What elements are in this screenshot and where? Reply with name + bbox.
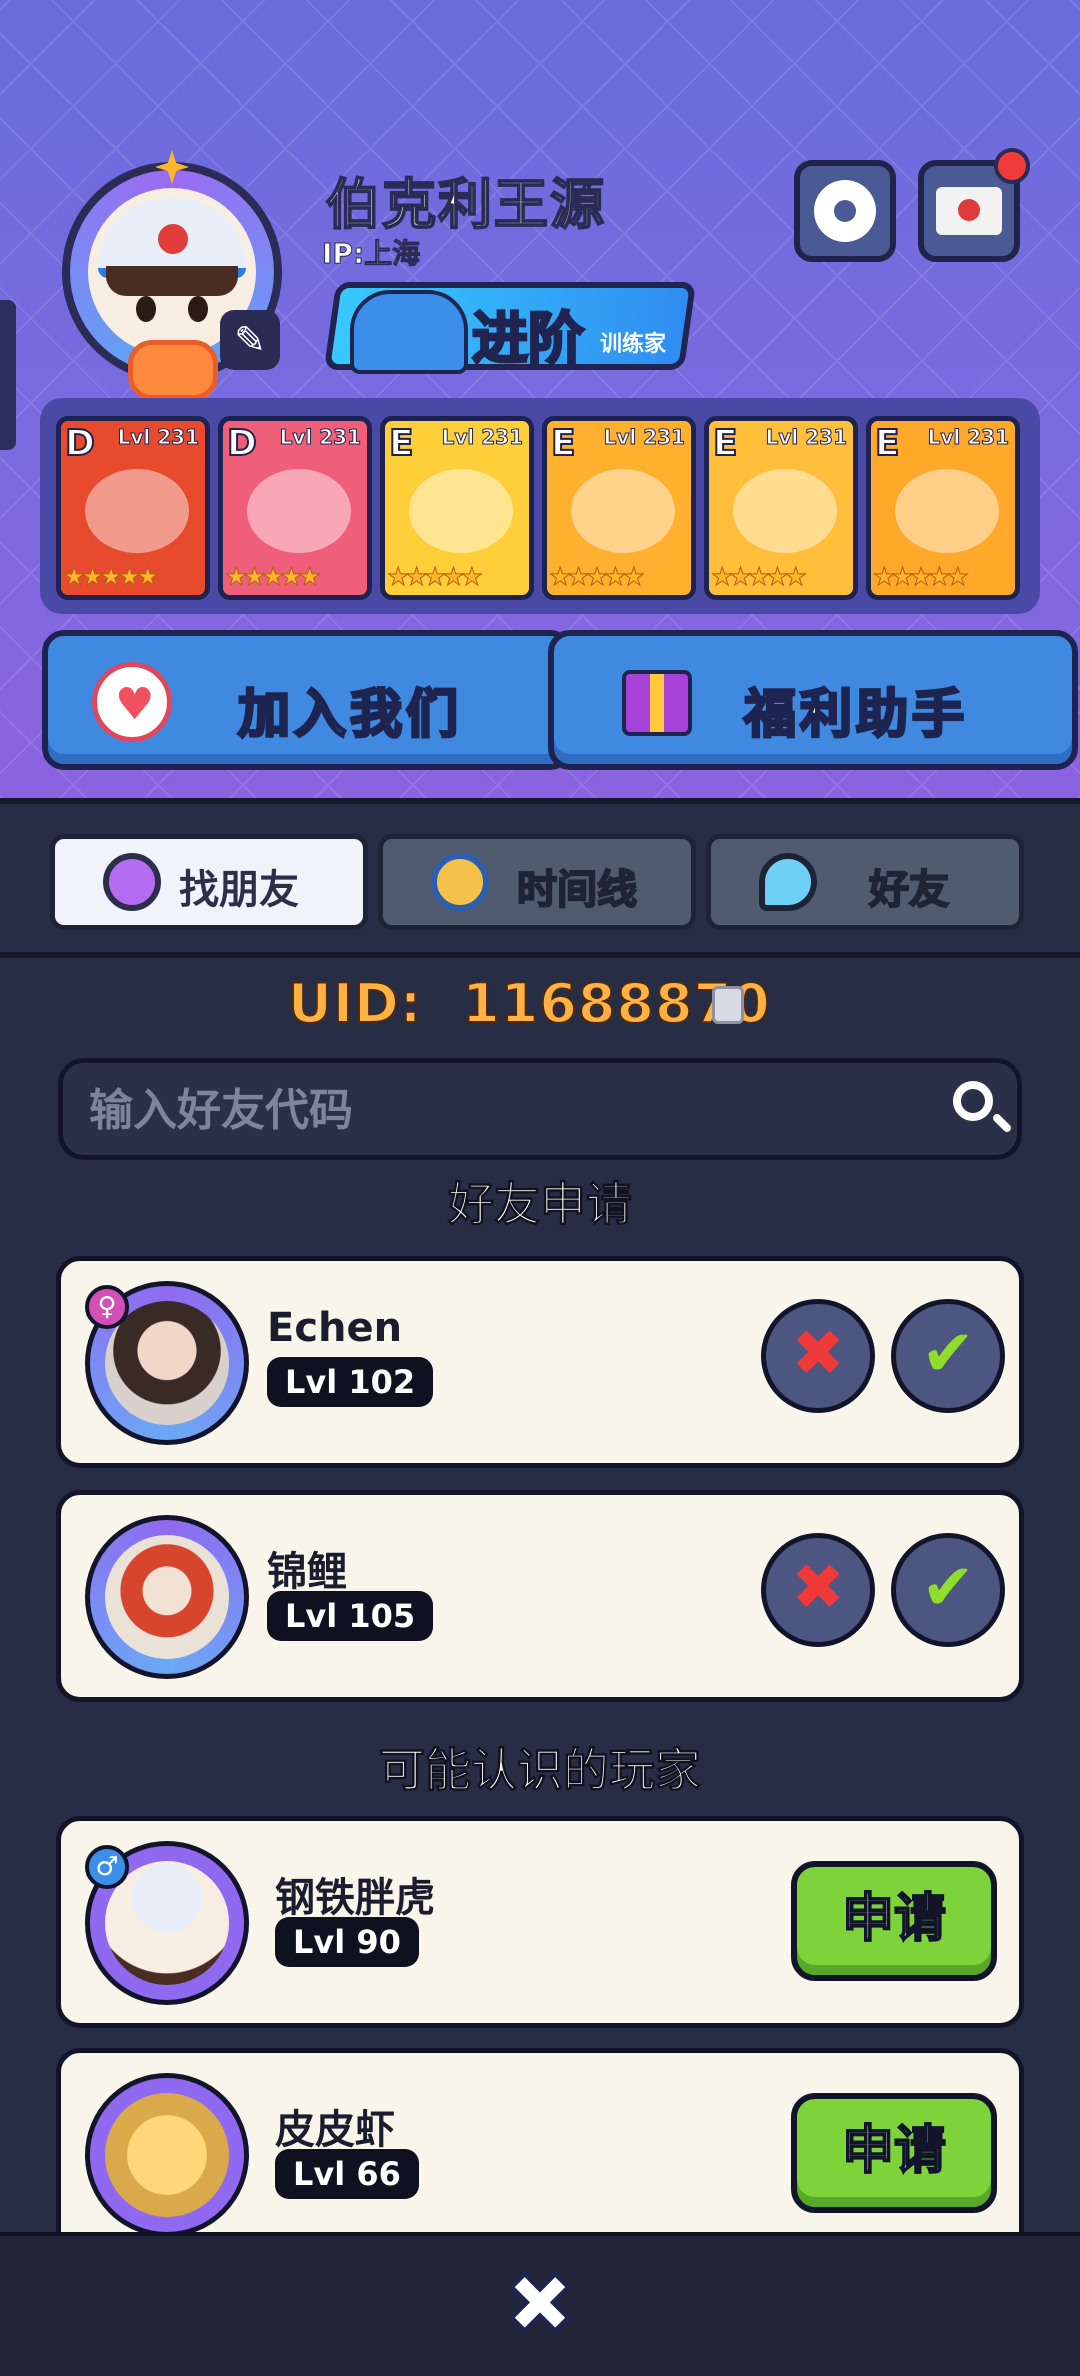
accept-button[interactable]: ✔ [891, 1533, 1005, 1647]
pet-grade: E [874, 422, 901, 465]
search-input[interactable] [87, 1063, 911, 1157]
pet-portrait [85, 469, 189, 553]
player-level: Lvl 105 [267, 1591, 434, 1641]
pet-grade: E [550, 422, 577, 465]
apply-button[interactable]: 申请 [791, 1861, 997, 1981]
pet-card[interactable]: E Lvl 231 ★★★★★ [380, 416, 534, 600]
pet-portrait [733, 469, 837, 553]
reject-button[interactable]: ✖ [761, 1299, 875, 1413]
pet-level: Lvl 231 [765, 425, 847, 450]
heart-icon: ♥ [92, 662, 172, 742]
pet-card[interactable]: E Lvl 231 ★★★★★ [704, 416, 858, 600]
close-icon: ✖ [791, 1317, 845, 1391]
pet-portrait [895, 469, 999, 553]
check-icon: ✔ [921, 1317, 975, 1391]
star-rating: ★★★★★ [549, 562, 646, 591]
player-name: 皮皮虾 [275, 2107, 395, 2153]
settings-button[interactable] [794, 160, 896, 262]
check-icon: ✔ [921, 1551, 975, 1625]
tab-friends[interactable]: 好友 [706, 834, 1024, 930]
promote-label: 进阶 [471, 306, 586, 374]
pet-grade: D [226, 422, 258, 465]
pet-portrait [571, 469, 675, 553]
suggested-players-title: 可能认识的玩家 [379, 1743, 702, 1798]
player-name: Echen [267, 1305, 403, 1351]
friends-icon [759, 853, 817, 911]
edit-icon[interactable]: ✎ [220, 310, 280, 370]
mascot-icon [350, 290, 468, 374]
promote-sublabel: 训练家 [600, 332, 667, 357]
star-rating: ★★★★★ [873, 562, 970, 591]
friend-request-row: ♀ Echen Lvl 102 ✖ ✔ [56, 1256, 1024, 1468]
pet-card[interactable]: E Lvl 231 ★★★★★ [866, 416, 1020, 600]
gift-icon [622, 670, 692, 736]
suggested-player-row: ♂ 钢铁胖虎 Lvl 90 申请 [56, 1816, 1024, 2028]
pet-card[interactable]: D Lvl 231 ★★★★★ [218, 416, 372, 600]
tab-label: 好友 [868, 866, 950, 914]
reject-button[interactable]: ✖ [761, 1533, 875, 1647]
side-drawer-handle[interactable] [0, 300, 16, 450]
avatar-badge [128, 340, 218, 400]
player-name: 钢铁胖虎 [275, 1875, 435, 1921]
welfare-helper-button[interactable]: 福利助手 [548, 630, 1078, 770]
pet-card[interactable]: E Lvl 231 ★★★★★ [542, 416, 696, 600]
pet-grade: D [64, 422, 96, 465]
player-name: 伯克利王源 [325, 172, 606, 237]
pet-level: Lvl 231 [279, 425, 361, 450]
tab-find-friends[interactable]: 找朋友 [50, 834, 368, 930]
join-us-button[interactable]: ♥ 加入我们 [42, 630, 572, 770]
clock-icon [431, 853, 489, 911]
male-icon: ♂ [85, 1845, 129, 1889]
star-rating: ★★★★★ [711, 562, 808, 591]
mail-icon [936, 187, 1002, 235]
avatar-eye [136, 296, 156, 322]
star-rating: ★★★★★ [225, 562, 322, 591]
player-level: Lvl 90 [275, 1917, 419, 1967]
star-rating: ★★★★★ [63, 562, 160, 591]
search-icon [103, 853, 161, 911]
copy-icon[interactable] [712, 986, 744, 1024]
star-rating: ★★★★★ [387, 562, 484, 591]
player-level: Lvl 66 [275, 2149, 419, 2199]
pet-portrait [247, 469, 351, 553]
notification-dot [994, 148, 1030, 184]
friend-requests-title: 好友申请 [448, 1177, 633, 1232]
apply-button[interactable]: 申请 [791, 2093, 997, 2213]
ip-location: IP:上海 [321, 237, 421, 271]
pet-portrait [409, 469, 513, 553]
close-icon[interactable]: ✖ [498, 2260, 582, 2348]
close-icon: ✖ [791, 1551, 845, 1625]
tab-label: 时间线 [516, 866, 638, 914]
welfare-label: 福利助手 [742, 684, 969, 747]
pet-level: Lvl 231 [117, 425, 199, 450]
avatar[interactable] [105, 1535, 229, 1659]
gear-icon [814, 180, 876, 242]
avatar-hair [106, 266, 238, 296]
pet-level: Lvl 231 [603, 425, 685, 450]
pet-level: Lvl 231 [927, 425, 1009, 450]
uid-display: UID: 11688870 [287, 971, 771, 1036]
join-us-label: 加入我们 [236, 684, 463, 747]
friend-code-search [58, 1058, 1022, 1160]
uid-label: UID: [287, 971, 423, 1036]
accept-button[interactable]: ✔ [891, 1299, 1005, 1413]
tab-timeline[interactable]: 时间线 [378, 834, 696, 930]
pet-grade: E [388, 422, 415, 465]
pet-grade: E [712, 422, 739, 465]
pet-card[interactable]: D Lvl 231 ★★★★★ [56, 416, 210, 600]
friend-request-row: 锦鲤 Lvl 105 ✖ ✔ [56, 1490, 1024, 1702]
player-level: Lvl 102 [267, 1357, 434, 1407]
avatar[interactable] [105, 2093, 229, 2217]
tab-label: 找朋友 [179, 867, 299, 913]
female-icon: ♀ [85, 1285, 129, 1329]
player-name: 锦鲤 [267, 1549, 347, 1595]
pet-level: Lvl 231 [441, 425, 523, 450]
search-icon[interactable] [953, 1081, 993, 1121]
avatar-eye [188, 296, 208, 322]
